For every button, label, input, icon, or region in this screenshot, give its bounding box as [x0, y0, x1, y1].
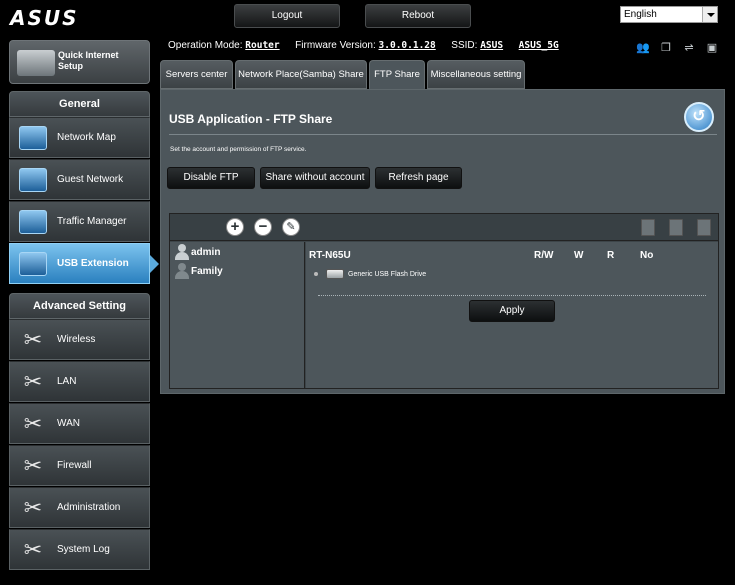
tab-network-place-samba-share[interactable]: Network Place(Samba) Share — [235, 60, 367, 89]
status-line: Operation Mode: Router Firmware Version:… — [168, 40, 559, 51]
guest-network-icon — [19, 168, 47, 192]
firmware-label: Firmware Version: — [295, 40, 376, 51]
sidebar-item-guest-network[interactable]: Guest Network — [9, 159, 150, 200]
language-select[interactable]: English — [620, 6, 718, 23]
general-header: General — [9, 91, 150, 117]
quick-internet-setup-button[interactable]: Quick Internet Setup — [9, 40, 150, 84]
sidebar-item-label: Wireless — [57, 334, 96, 345]
operation-mode-link[interactable]: Router — [245, 40, 279, 51]
network-map-icon — [19, 126, 47, 150]
advanced-setting-header: Advanced Setting — [9, 293, 150, 319]
account-item-admin[interactable]: admin — [174, 244, 220, 262]
account-toolbar: + − ✎ — [170, 214, 718, 241]
column-header-rw: R/W — [534, 250, 554, 261]
printer-icon[interactable]: ▣ — [705, 41, 719, 55]
page-title: USB Application - FTP Share — [169, 112, 333, 126]
column-header-no: No — [640, 250, 654, 261]
user-icon — [174, 263, 190, 280]
tab-servers-center[interactable]: Servers center — [160, 60, 233, 89]
chevron-down-icon[interactable] — [702, 7, 717, 22]
tool-icon: ✂ — [23, 537, 43, 562]
dotted-divider — [318, 295, 706, 296]
reboot-button[interactable]: Reboot — [365, 4, 471, 28]
add-account-icon[interactable]: + — [226, 218, 244, 236]
drive-name: Generic USB Flash Drive — [348, 271, 427, 278]
ftp-share-panel: USB Application - FTP Share ↺ Set the ac… — [160, 89, 725, 394]
sidebar-item-firewall[interactable]: ✂ Firewall — [9, 445, 150, 486]
edit-account-icon[interactable]: ✎ — [282, 218, 300, 236]
account-name: admin — [191, 247, 221, 258]
tool-icon: ✂ — [23, 495, 43, 520]
share-without-account-button[interactable]: Share without account — [260, 167, 370, 189]
router-icon — [17, 50, 55, 76]
page-description: Set the account and permission of FTP se… — [170, 146, 307, 153]
refresh-page-button[interactable]: Refresh page — [375, 167, 462, 189]
sidebar-item-label: Guest Network — [57, 174, 124, 185]
qis-label-line1: Quick Internet — [58, 50, 119, 60]
device-name: RT-N65U — [309, 250, 351, 261]
expand-icon[interactable] — [314, 272, 318, 277]
sidebar-item-traffic-manager[interactable]: Traffic Manager — [9, 201, 150, 242]
title-divider — [169, 134, 717, 135]
tool-icon: ✂ — [23, 411, 43, 436]
sidebar-item-network-map[interactable]: Network Map — [9, 117, 150, 158]
account-name: Family — [191, 266, 223, 277]
usb-extension-icon — [19, 252, 47, 276]
drive-item[interactable]: Generic USB Flash Drive — [314, 269, 426, 281]
tool-icon: ✂ — [23, 327, 43, 352]
qis-label-line2: Setup — [58, 61, 84, 71]
status-icons: 👥 ❐ ⇌ ▣ — [636, 38, 728, 56]
delete-folder-icon[interactable] — [669, 219, 683, 236]
sidebar-item-usb-extension[interactable]: USB Extension — [9, 243, 159, 284]
tool-icon: ✂ — [23, 453, 43, 478]
sidebar-item-wan[interactable]: ✂ WAN — [9, 403, 150, 444]
remove-account-icon[interactable]: − — [254, 218, 272, 236]
traffic-manager-icon — [19, 210, 47, 234]
sidebar-item-label: USB Extension — [57, 258, 129, 269]
tab-ftp-share[interactable]: FTP Share — [369, 60, 425, 89]
usb-drive-icon — [326, 269, 344, 280]
folder-permission-area: RT-N65U R/W W R No Generic USB Flash Dri… — [306, 242, 718, 388]
account-item-family[interactable]: Family — [174, 263, 223, 281]
ssid-label: SSID: — [451, 40, 478, 51]
usb-icon[interactable]: ⇌ — [682, 41, 696, 55]
sidebar-item-administration[interactable]: ✂ Administration — [9, 487, 150, 528]
ftp-permission-table: + − ✎ admin Family RT-N65U R/W W R No Ge… — [169, 213, 719, 389]
sidebar-item-label: Firewall — [57, 460, 92, 471]
sidebar-item-label: Network Map — [57, 132, 116, 143]
clients-icon[interactable]: 👥 — [636, 41, 650, 55]
tool-icon: ✂ — [23, 369, 43, 394]
disable-ftp-button[interactable]: Disable FTP — [167, 167, 255, 189]
sidebar-item-wireless[interactable]: ✂ Wireless — [9, 319, 150, 360]
add-folder-icon[interactable] — [641, 219, 655, 236]
account-list: admin Family — [170, 242, 305, 388]
asus-logo: ASUS — [10, 6, 79, 30]
sidebar-item-lan[interactable]: ✂ LAN — [9, 361, 150, 402]
ssid-5g-link[interactable]: ASUS_5G — [519, 40, 559, 51]
user-icon — [174, 244, 190, 261]
tab-miscellaneous-setting[interactable]: Miscellaneous setting — [427, 60, 525, 89]
firmware-link[interactable]: 3.0.0.1.28 — [379, 40, 436, 51]
ssid-2g-link[interactable]: ASUS — [480, 40, 503, 51]
sidebar-item-label: Traffic Manager — [57, 216, 127, 227]
windows-icon[interactable]: ❐ — [659, 41, 673, 55]
column-header-w: W — [574, 250, 584, 261]
top-bar: ASUS Logout Reboot English — [0, 0, 735, 32]
sidebar-item-label: WAN — [57, 418, 80, 429]
back-arrow-icon[interactable]: ↺ — [684, 102, 714, 132]
edit-folder-icon[interactable] — [697, 219, 711, 236]
logout-button[interactable]: Logout — [234, 4, 340, 28]
apply-button[interactable]: Apply — [469, 300, 555, 322]
language-value: English — [624, 9, 657, 20]
sidebar-item-label: Administration — [57, 502, 121, 513]
column-header-r: R — [607, 250, 615, 261]
operation-mode-label: Operation Mode: — [168, 40, 243, 51]
sidebar-item-label: LAN — [57, 376, 77, 387]
sidebar-item-system-log[interactable]: ✂ System Log — [9, 529, 150, 570]
sidebar-item-label: System Log — [57, 544, 110, 555]
